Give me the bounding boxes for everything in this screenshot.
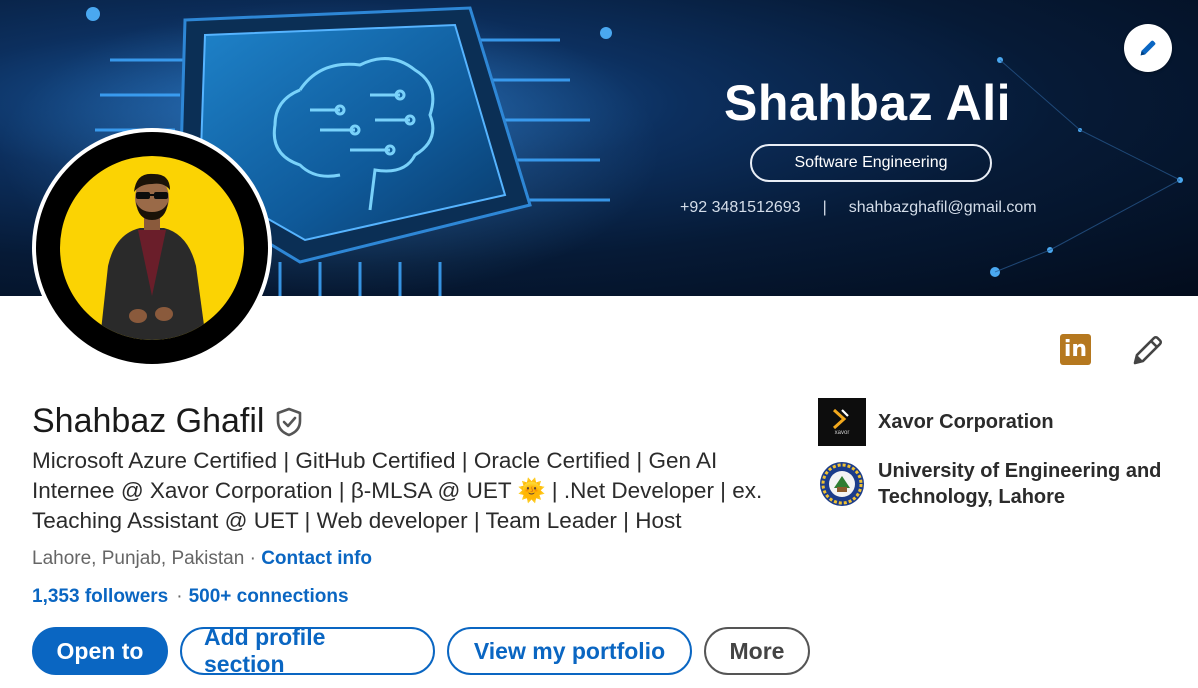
profile-headline: Microsoft Azure Certified | GitHub Certi… (32, 446, 792, 536)
sun-emoji-icon: 🌞 (517, 478, 546, 503)
location-separator: · (244, 548, 262, 569)
pencil-icon (1140, 40, 1156, 56)
company-name: Xavor Corporation (878, 411, 1054, 433)
xavor-logo: xavor (818, 398, 866, 446)
banner-contact-line: +92 3481512693 | shahbazghafil@gmail.com (680, 199, 1037, 217)
xavor-logo-mark (832, 408, 849, 430)
profile-name: Shahbaz Ghafil (32, 402, 265, 440)
banner-name: Shahbaz Ali (724, 75, 1012, 131)
profile-name-row: Shahbaz Ghafil (32, 402, 303, 441)
more-button[interactable]: More (704, 627, 810, 675)
profile-photo[interactable] (32, 128, 272, 368)
current-company-link[interactable]: xavor Xavor Corporation (818, 398, 1054, 446)
contact-info-link[interactable]: Contact info (261, 548, 372, 569)
profile-actions: Open to Add profile section View my port… (32, 624, 822, 677)
connections-link[interactable]: 500+ connections (189, 586, 349, 607)
location-text: Lahore, Punjab, Pakistan (32, 548, 245, 569)
avatar (60, 156, 244, 340)
open-to-button[interactable]: Open to (32, 627, 168, 675)
university-name: University of Engineering and Technology… (878, 460, 1162, 508)
banner-email: shahbazghafil@gmail.com (848, 199, 1037, 216)
person-photo (100, 173, 206, 340)
view-portfolio-button[interactable]: View my portfolio (447, 627, 692, 675)
edit-intro-pencil-icon[interactable] (1130, 332, 1166, 368)
avatar-frame (36, 132, 268, 364)
edit-banner-button[interactable] (1124, 24, 1172, 72)
network-row: 1,353 followers · 500+ connections (32, 586, 349, 608)
verified-shield-icon[interactable] (275, 407, 303, 437)
location-row: Lahore, Punjab, Pakistan · Contact info (32, 548, 372, 570)
network-separator: · (176, 586, 183, 607)
banner-phone: +92 3481512693 (680, 199, 801, 216)
education-link[interactable]: University of Engineering and Technology… (818, 458, 1178, 510)
banner-role-badge: Software Engineering (750, 144, 992, 182)
uet-logo (820, 462, 864, 506)
xavor-logo-text: xavor (834, 430, 850, 436)
linkedin-icon[interactable]: in (1060, 334, 1091, 365)
add-profile-section-button[interactable]: Add profile section (180, 624, 435, 677)
followers-link[interactable]: 1,353 followers (32, 586, 168, 607)
banner-separator: | (822, 199, 827, 216)
